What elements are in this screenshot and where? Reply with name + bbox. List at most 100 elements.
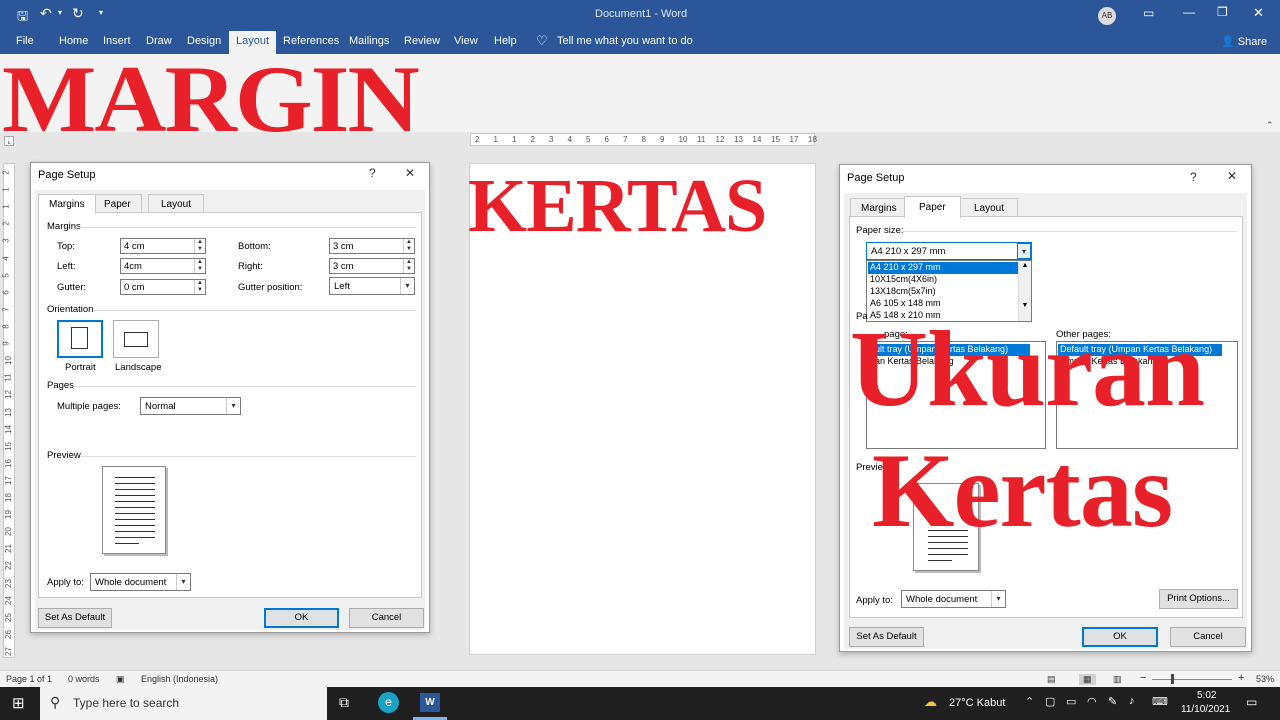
paper-option[interactable]: A4 210 x 297 mm — [868, 262, 1018, 274]
ruler-label: 5 — [1, 272, 11, 278]
chevron-down-icon[interactable]: ▾ — [991, 591, 1005, 607]
spin-arrows-icon[interactable]: ▲ ▼ — [403, 259, 414, 273]
tab-layout-dialog[interactable]: Layout — [960, 198, 1019, 218]
keyboard-icon[interactable]: ⌨ — [1152, 695, 1168, 708]
tab-view[interactable]: View — [454, 35, 478, 47]
tab-draw[interactable]: Draw — [146, 35, 172, 47]
ok-button[interactable]: OK — [264, 608, 339, 628]
tab-margins[interactable]: Margins — [850, 198, 908, 218]
print-layout-icon[interactable]: ▦ — [1079, 674, 1096, 685]
close-dialog-button[interactable]: ✕ — [405, 166, 415, 180]
share-button[interactable]: 👤 Share — [1221, 35, 1267, 48]
read-mode-icon[interactable]: ▤ — [1047, 674, 1056, 685]
horizontal-ruler[interactable]: 2 1 1 2 3 4 5 6 7 8 9 10 11 12 13 14 15 17 18 — [470, 133, 817, 146]
word-count[interactable]: 0 words — [68, 674, 100, 684]
set-as-default-button[interactable]: Set As Default — [38, 608, 112, 628]
spin-arrows-icon[interactable]: ▲ ▼ — [194, 280, 205, 294]
bottom-margin-input[interactable]: 3 cm ▲ ▼ — [329, 238, 415, 254]
paper-option[interactable]: A6 105 x 148 mm — [868, 298, 941, 310]
battery-icon[interactable]: ▭ — [1066, 695, 1076, 708]
tab-help[interactable]: Help — [494, 35, 517, 47]
word-icon[interactable]: W — [420, 693, 440, 712]
close-dialog-button[interactable]: ✕ — [1227, 169, 1237, 183]
restore-icon[interactable]: ❐ — [1217, 5, 1228, 19]
page-count[interactable]: Page 1 of 1 — [6, 674, 52, 684]
tab-layout-dialog[interactable]: Layout — [148, 194, 205, 214]
redo-icon[interactable]: ↻ — [72, 5, 84, 22]
vertical-ruler[interactable]: 2 1 1 2 3 4 5 6 7 8 9 10 11 12 13 14 15 16 17 18 19 20 21 22 23 2… — [1, 163, 15, 658]
gutter-input[interactable]: 0 cm ▲ ▼ — [120, 279, 206, 295]
volume-icon[interactable]: ♪ — [1129, 695, 1135, 707]
spin-arrows-icon[interactable]: ▲ ▼ — [194, 259, 205, 273]
clock-time[interactable]: 5:02 — [1197, 690, 1216, 701]
tab-review[interactable]: Review — [404, 35, 440, 47]
help-button[interactable]: ? — [1190, 170, 1197, 184]
avatar[interactable]: AB — [1098, 7, 1116, 25]
apply-to-select[interactable]: Whole document ▾ — [901, 590, 1006, 608]
chevron-down-icon[interactable]: ▾ — [226, 398, 240, 414]
network-icon[interactable]: ▢ — [1045, 695, 1055, 708]
task-view-icon[interactable]: ⧉ — [339, 694, 349, 711]
clock-date[interactable]: 11/10/2021 — [1181, 704, 1230, 715]
tab-insert[interactable]: Insert — [103, 35, 131, 47]
left-margin-input[interactable]: 4cm ▲ ▼ — [120, 258, 206, 274]
tab-references[interactable]: References — [283, 35, 339, 47]
wifi-icon[interactable]: ◠ — [1087, 695, 1097, 708]
customize-icon[interactable]: ▾ — [99, 8, 103, 17]
language[interactable]: English (Indonesia) — [141, 674, 218, 684]
ribbon-display-icon[interactable]: ▭ — [1143, 6, 1154, 20]
chevron-up-icon[interactable]: ⌃ — [1025, 695, 1034, 708]
chevron-down-icon[interactable]: ▾ — [400, 278, 414, 294]
minimize-icon[interactable]: — — [1183, 5, 1195, 19]
tab-design[interactable]: Design — [187, 35, 221, 47]
weather-text[interactable]: 27°C Kabut — [949, 697, 1005, 709]
zoom-level[interactable]: 53% — [1256, 674, 1274, 684]
tab-home[interactable]: Home — [59, 35, 88, 47]
tab-file[interactable]: File — [16, 35, 34, 47]
notifications-icon[interactable]: ▭ — [1246, 695, 1257, 709]
spin-arrows-icon[interactable]: ▲ ▼ — [194, 239, 205, 253]
zoom-in-button[interactable]: + — [1238, 672, 1244, 684]
paper-option[interactable]: 10X15cm(4X6in) — [868, 274, 937, 286]
top-margin-input[interactable]: 4 cm ▲ ▼ — [120, 238, 206, 254]
multiple-pages-select[interactable]: Normal ▾ — [140, 397, 241, 415]
portrait-button[interactable] — [57, 320, 103, 358]
right-margin-input[interactable]: 3 cm ▲ ▼ — [329, 258, 415, 274]
collapse-ribbon-icon[interactable]: ⌃ — [1266, 120, 1274, 131]
chevron-down-icon[interactable]: ▾ — [176, 574, 190, 590]
tell-me-search[interactable]: Tell me what you want to do — [557, 35, 693, 47]
paper-option[interactable]: 13X18cm(5x7in) — [868, 286, 936, 298]
weather-icon[interactable]: ☁ — [924, 694, 937, 710]
cancel-button[interactable]: Cancel — [349, 608, 424, 628]
save-icon[interactable]: 🖫 — [17, 7, 28, 29]
undo-icon[interactable]: ↶ — [40, 5, 52, 22]
tab-margins[interactable]: Margins — [38, 194, 96, 214]
taskbar-search[interactable]: ⚲ Type here to search — [40, 687, 327, 720]
apply-to-select[interactable]: Whole document ▾ — [90, 573, 191, 591]
tab-paper[interactable]: Paper — [93, 194, 142, 214]
web-layout-icon[interactable]: ▥ — [1113, 674, 1122, 685]
zoom-thumb[interactable] — [1171, 674, 1174, 684]
paper-size-select[interactable]: A4 210 x 297 mm ▾ — [866, 242, 1032, 260]
zoom-out-button[interactable]: − — [1140, 672, 1146, 684]
landscape-button[interactable] — [113, 320, 159, 358]
proofing-icon[interactable]: ▣ — [116, 674, 125, 685]
close-icon[interactable]: ✕ — [1253, 5, 1264, 21]
windows-start-icon[interactable]: ⊞ — [12, 694, 25, 712]
help-button[interactable]: ? — [369, 166, 376, 180]
lightbulb-icon[interactable]: ♡ — [536, 33, 548, 49]
print-options-button[interactable]: Print Options... — [1159, 589, 1238, 609]
zoom-slider[interactable] — [1152, 679, 1232, 680]
set-as-default-button[interactable]: Set As Default — [849, 627, 924, 647]
chevron-down-icon[interactable]: ▾ — [58, 8, 62, 17]
tab-mailings[interactable]: Mailings — [349, 35, 389, 47]
chevron-down-icon[interactable]: ▾ — [1017, 243, 1031, 259]
gutter-position-select[interactable]: Left ▾ — [329, 277, 415, 295]
tab-paper[interactable]: Paper — [904, 196, 961, 218]
ok-button[interactable]: OK — [1082, 627, 1158, 647]
spin-arrows-icon[interactable]: ▲ ▼ — [403, 239, 414, 253]
ruler-label: 11 — [3, 373, 13, 382]
cancel-button[interactable]: Cancel — [1170, 627, 1246, 647]
edge-icon[interactable]: e — [378, 692, 399, 713]
pen-icon[interactable]: ✎ — [1108, 695, 1117, 708]
